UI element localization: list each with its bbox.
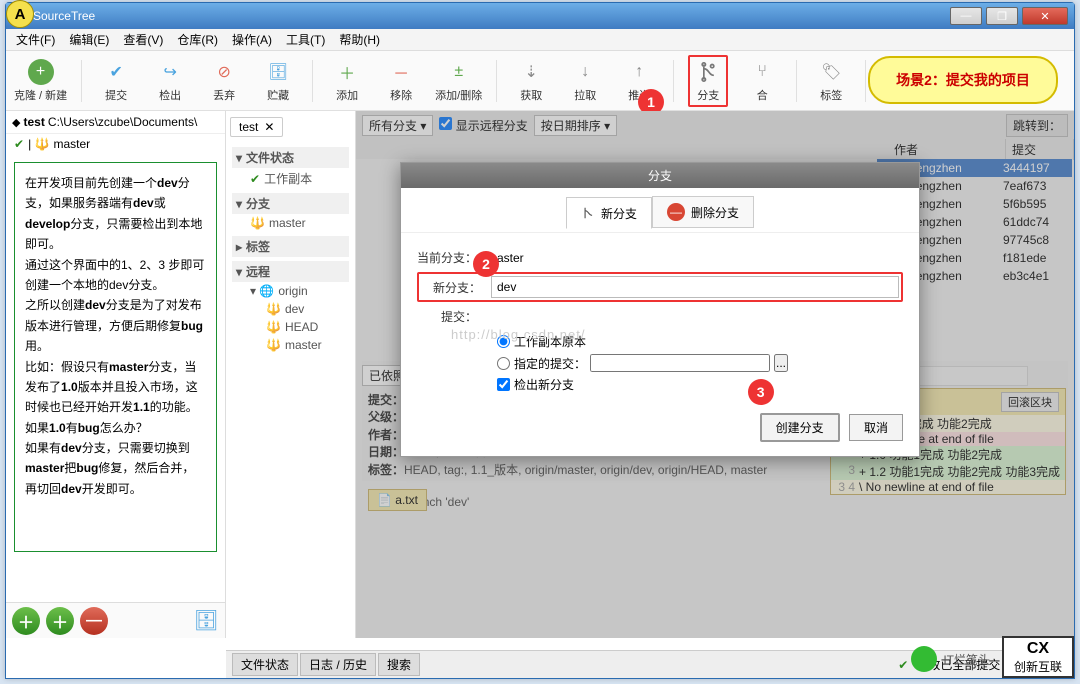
pull-button[interactable]: ↓拉取 [565,59,605,103]
watermark: http://blog.csdn.net/ [451,327,585,342]
addremove-button[interactable]: ±添加/删除 [435,59,482,103]
tab-delete-branch[interactable]: —删除分支 [652,196,754,228]
maximize-button[interactable]: ❐ [986,7,1018,25]
checkbox-checkout[interactable]: 检出新分支 [497,374,903,395]
tree-branches[interactable]: ▾ 分支 [232,193,349,214]
branch-button[interactable]: 分支 [688,55,728,107]
menu-repo[interactable]: 仓库(R) [171,29,224,50]
dialog-title: 分支 [401,163,919,188]
menu-tool[interactable]: 工具(T) [280,29,331,50]
browse-commit-button[interactable]: ... [774,354,788,372]
left-bottom-bar: ＋ ＋ — 🗄 [6,602,225,638]
repo-tab[interactable]: test✕ [230,117,283,137]
menu-view[interactable]: 查看(V) [117,29,169,50]
remove-repo-button[interactable]: — [80,607,108,635]
left-column: ◆ test C:\Users\zcube\Documents\ ✔ | 🔱 m… [6,111,226,638]
tree-origin[interactable]: ▾ 🌐 origin [232,282,349,300]
cancel-button[interactable]: 取消 [849,414,903,441]
commit-button[interactable]: ✔提交 [96,59,136,103]
fetch-button[interactable]: ⇣获取 [511,59,551,103]
repo-path: ◆ test C:\Users\zcube\Documents\ [6,111,225,134]
tree-tags[interactable]: ▸ 标签 [232,236,349,257]
tree-filestatus[interactable]: ▾ 文件状态 [232,147,349,168]
tree-remote-dev[interactable]: 🔱 dev [232,300,349,318]
clone-button[interactable]: +克隆 / 新建 [14,59,67,103]
branch-dialog: 分支 新分支 —删除分支 当前分支：master 新分支： 2 提交： 工作副本… [400,162,920,457]
statustab-search[interactable]: 搜索 [378,653,420,676]
add-button[interactable]: ＋添加 [327,59,367,103]
annotation-marker-a: A [6,0,34,28]
new-branch-input[interactable] [491,276,899,298]
create-branch-button[interactable]: 创建分支 [760,413,840,442]
tree-remote-master[interactable]: 🔱 master [232,336,349,354]
merge-button[interactable]: ⑂合 [742,59,782,103]
sidebar-tree: test✕ ▾ 文件状态 ✔工作副本 ▾ 分支 🔱 master ▸ 标签 ▾ … [226,111,356,638]
menu-action[interactable]: 操作(A) [226,29,278,50]
logo-bitou: IT烂笔头 [911,646,990,672]
menu-help[interactable]: 帮助(H) [333,29,386,50]
callout-speech: 场景2：提交我的项目 [868,56,1058,104]
tree-master[interactable]: 🔱 master [232,214,349,232]
add-folder-button[interactable]: ＋ [46,607,74,635]
stash-button[interactable]: 🗄贮藏 [258,59,298,103]
discard-button[interactable]: ⊘丢弃 [204,59,244,103]
menu-edit[interactable]: 编辑(E) [63,29,115,50]
statustab-history[interactable]: 日志 / 历史 [300,653,376,676]
minimize-button[interactable]: — [950,7,982,25]
tree-workingcopy[interactable]: ✔工作副本 [232,168,349,189]
close-tab-icon[interactable]: ✕ [264,120,274,134]
menu-file[interactable]: 文件(F) [10,29,61,50]
close-button[interactable]: ✕ [1022,7,1068,25]
add-db-button[interactable]: ＋ [12,607,40,635]
current-branch: ✔ | 🔱 master [6,134,225,154]
titlebar: 🌳 SourceTree — ❐ ✕ [6,3,1074,29]
specified-commit-input[interactable] [590,354,770,372]
tag-button[interactable]: 🏷标签 [811,59,851,103]
remove-button[interactable]: －移除 [381,59,421,103]
radio-specified[interactable]: 指定的提交： ... [497,352,903,374]
window-title: SourceTree [33,9,95,23]
menubar: 文件(F) 编辑(E) 查看(V) 仓库(R) 操作(A) 工具(T) 帮助(H… [6,29,1074,51]
settings-icon[interactable]: 🗄 [194,608,219,633]
checkout-button[interactable]: ↪检出 [150,59,190,103]
step-badge-3: 3 [748,379,774,405]
step-badge-2: 2 [473,251,499,277]
tab-new-branch[interactable]: 新分支 [566,197,652,229]
instruction-note: 在开发项目前先创建一个dev分支，如果服务器端有dev或develop分支，只需… [14,162,217,552]
tree-remotes[interactable]: ▾ 远程 [232,261,349,282]
tree-remote-head[interactable]: 🔱 HEAD [232,318,349,336]
logo-cxhl: CX创新互联 [1002,636,1074,678]
statustab-file[interactable]: 文件状态 [232,653,298,676]
